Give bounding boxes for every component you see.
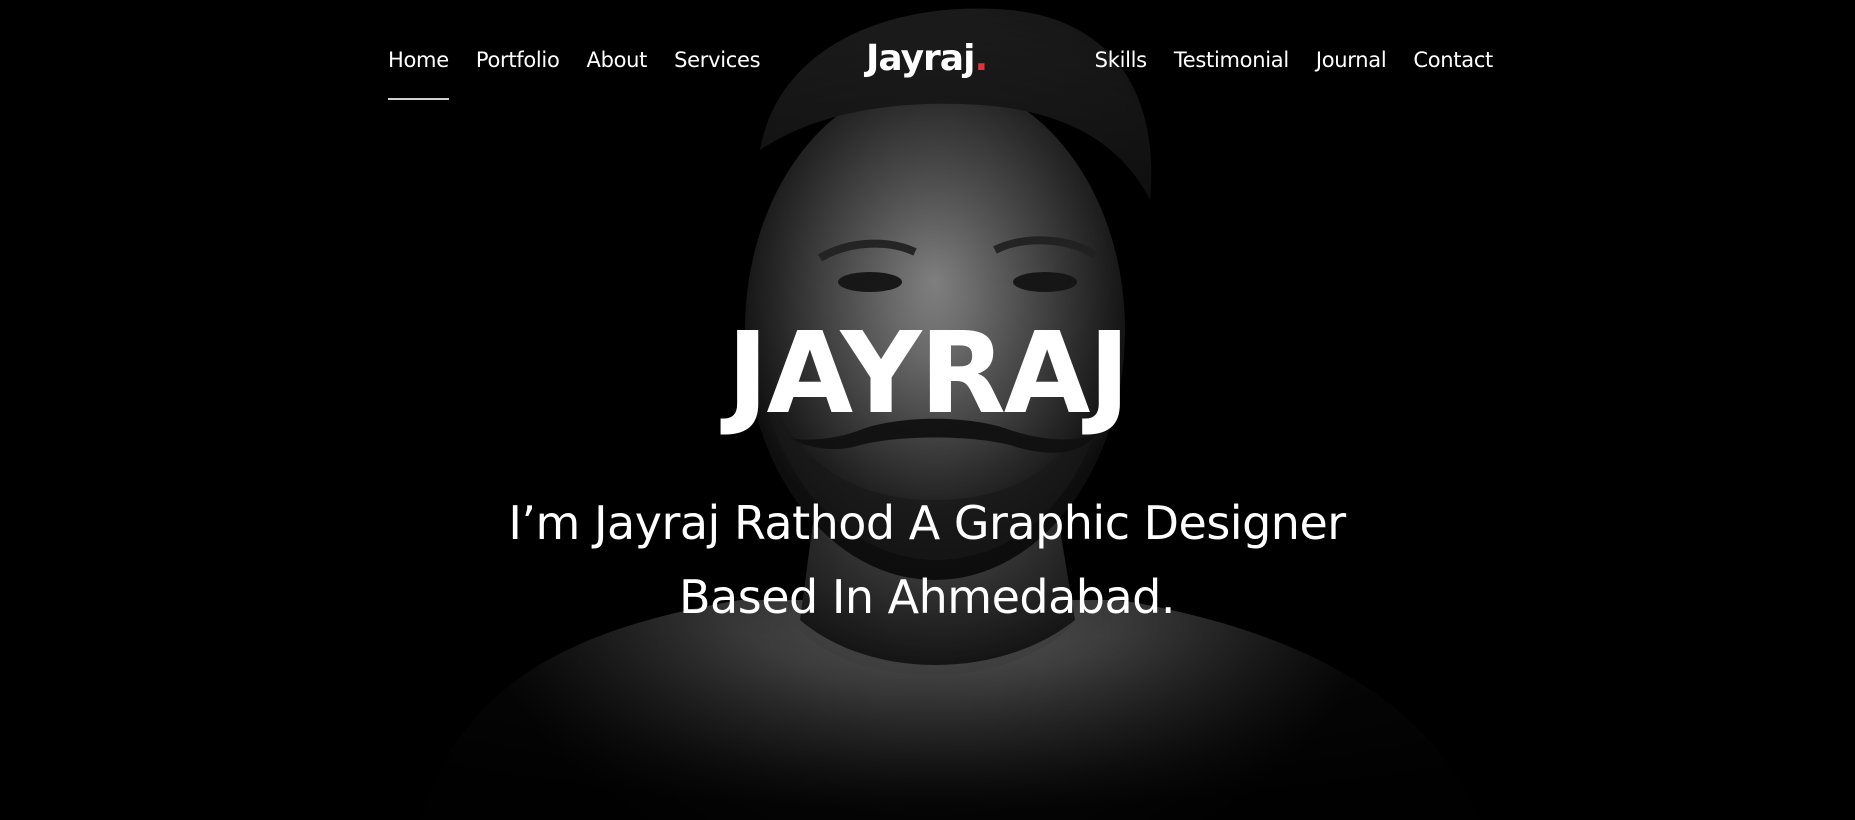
nav-link-home[interactable]: Home xyxy=(388,48,449,100)
nav-link-about[interactable]: About xyxy=(587,48,648,72)
nav-left-group: Home Portfolio About Services xyxy=(388,48,761,100)
nav-right-group: Skills Testimonial Journal Contact xyxy=(1095,48,1494,72)
nav-link-services[interactable]: Services xyxy=(674,48,760,72)
nav-link-skills[interactable]: Skills xyxy=(1095,48,1147,72)
nav-link-testimonial[interactable]: Testimonial xyxy=(1174,48,1289,72)
main-navigation: Home Portfolio About Services Jayraj. Sk… xyxy=(0,0,1855,110)
nav-link-journal[interactable]: Journal xyxy=(1316,48,1387,72)
nav-link-contact[interactable]: Contact xyxy=(1413,48,1493,72)
hero-title: JAYRAJ xyxy=(726,309,1130,439)
logo-dot: . xyxy=(974,38,988,79)
hero-subtitle-line-2: Based In Ahmedabad. xyxy=(678,570,1176,624)
hero-section: Home Portfolio About Services Jayraj. Sk… xyxy=(0,0,1855,820)
hero-subtitle-line-1: I’m Jayraj Rathod A Graphic Designer xyxy=(508,496,1346,550)
hero-subtitle: I’m Jayraj Rathod A Graphic Designer Bas… xyxy=(477,486,1377,634)
nav-link-portfolio[interactable]: Portfolio xyxy=(476,48,560,72)
logo-text: Jayraj xyxy=(866,38,975,79)
site-logo[interactable]: Jayraj. xyxy=(866,38,988,79)
